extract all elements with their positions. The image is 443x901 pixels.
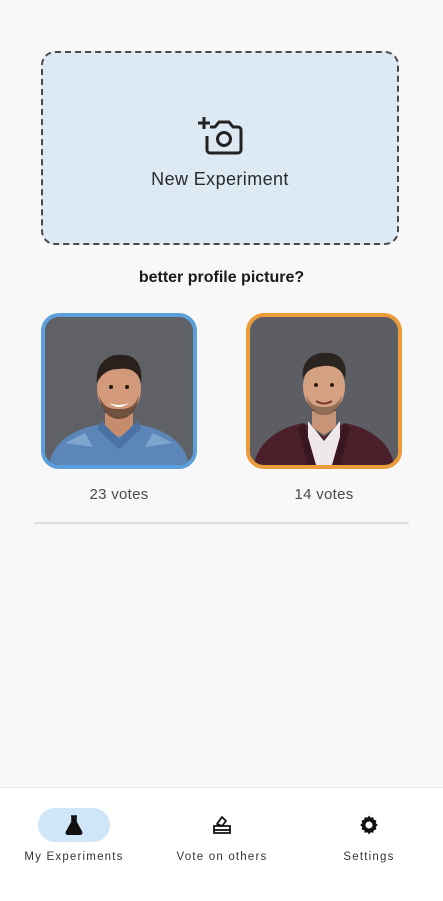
divider [34, 522, 409, 524]
ballot-box-icon [213, 816, 231, 834]
nav-active-indicator [38, 808, 110, 842]
man-maroon-blazer-photo [250, 317, 398, 465]
nav-my-experiments[interactable]: My Experiments [0, 788, 148, 901]
new-experiment-label: New Experiment [151, 168, 289, 189]
gear-icon [360, 815, 378, 835]
man-denim-shirt-photo [45, 317, 193, 465]
bottom-navigation: My Experiments Vote on others Settings [0, 787, 443, 901]
nav-label-settings: Settings [343, 851, 395, 863]
flask-icon [65, 815, 83, 835]
nav-label-vote-on-others: Vote on others [176, 851, 268, 863]
experiment-question: better profile picture? [138, 269, 305, 286]
new-experiment-button[interactable]: New Experiment [41, 51, 399, 245]
option-a-photo[interactable] [41, 313, 197, 469]
add-photo-camera-icon [198, 116, 243, 154]
option-b-photo[interactable] [246, 313, 402, 469]
option-a-votes: 23 votes [89, 486, 149, 503]
nav-settings[interactable]: Settings [295, 788, 443, 901]
option-b-votes: 14 votes [294, 486, 354, 503]
nav-vote-on-others[interactable]: Vote on others [148, 788, 296, 901]
nav-label-my-experiments: My Experiments [24, 851, 124, 863]
